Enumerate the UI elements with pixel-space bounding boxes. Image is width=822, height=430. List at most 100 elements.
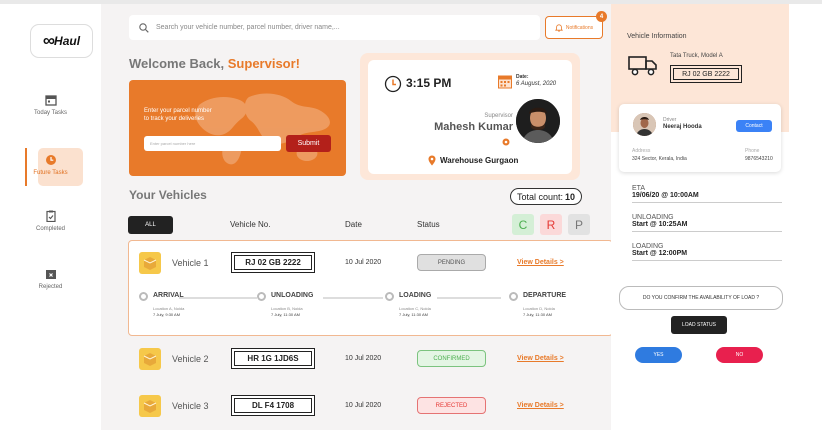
timeline-dot [509,292,518,301]
notification-count-badge: 4 [596,11,607,22]
supervisor-avatar[interactable] [516,99,560,143]
sidebar-item-completed[interactable]: Completed [0,210,101,250]
current-time: 3:15 PM [406,76,452,90]
sidebar-item-label: Rejected [38,284,63,290]
vehicle-name: Vehicle 3 [172,401,209,411]
total-count-badge: Total count: 10 [510,188,582,205]
infinity-icon: ∞ [42,31,55,50]
contact-button[interactable]: Contact [736,120,772,132]
bell-icon [554,23,563,32]
vehicle-plate: RJ 02 GB 2222 [231,252,315,273]
vehicles-heading: Your Vehicles [129,188,207,202]
status-badge: REJECTED [417,397,486,414]
filter-all-button[interactable]: ALL [128,216,173,234]
column-header-vehicle-no: Vehicle No. [230,220,271,229]
timeline-dot [139,292,148,301]
supervisor-card: 3:15 PM Date: 6 August, 2020 Supervisor … [360,53,580,180]
driver-name: Neeraj Hooda [663,124,702,130]
view-details-link[interactable]: View Details > [517,259,564,266]
view-details-link[interactable]: View Details > [517,355,564,362]
parcel-number-input[interactable]: Enter parcel number here [144,136,281,151]
timeline-dot [385,292,394,301]
truck-model: Tata Truck, Model A [670,53,723,59]
warehouse-location: Warehouse Gurgaon [440,156,519,165]
filter-confirmed-button[interactable]: C [512,214,534,235]
settings-icon[interactable] [502,138,510,146]
sidebar-item-label: Today Tasks [34,110,67,116]
vehicle-plate: RJ 02 GB 2222 [670,65,742,83]
calendar-icon [498,75,512,89]
sidebar-item-today-tasks[interactable]: Today Tasks [0,94,101,134]
main-content: Search your vehicle number, parcel numbe… [101,4,613,430]
supervisor-card-inner: 3:15 PM Date: 6 August, 2020 Supervisor … [368,60,572,174]
vehicle-date: 10 Jul 2020 [345,355,382,362]
sidebar-item-label: Completed [35,226,65,232]
track-parcel-card: Enter your parcel number to track your de… [129,80,346,176]
package-icon [139,395,161,417]
address-label: Address [632,148,651,154]
person-photo [633,113,656,136]
supervisor-role-label: Supervisor [484,113,513,119]
status-badge: CONFIRMED [417,350,486,367]
package-icon [139,348,161,370]
supervisor-name: Mahesh Kumar [434,121,513,133]
load-status-button[interactable]: LOAD STATUS [671,316,727,334]
sidebar: ∞ Haul Today Tasks Future Tasks Completed… [0,4,101,430]
phone-value: 9876543210 [745,156,773,162]
clipboard-check-icon [45,210,56,222]
panel-title: Vehicle Information [627,33,687,40]
column-header-date: Date [345,220,362,229]
eta-block: ETA 19/06/20 @ 10:00AM [632,185,782,203]
search-icon [139,22,149,33]
driver-avatar[interactable] [633,113,656,136]
vehicle-date: 10 Jul 2020 [345,259,382,266]
logo[interactable]: ∞ Haul [30,24,93,58]
filter-pending-button[interactable]: P [568,214,590,235]
track-instructions: Enter your parcel number to track your de… [144,108,212,122]
driver-card: Driver Neeraj Hooda Contact Address 324 … [619,104,781,172]
calendar-icon [44,95,57,106]
search-input[interactable]: Search your vehicle number, parcel numbe… [156,24,340,31]
vehicle-info-panel: Vehicle Information Tata Truck, Model A … [611,4,822,430]
vehicle-date: 10 Jul 2020 [345,402,382,409]
welcome-heading: Welcome Back, Supervisor! [129,56,301,71]
table-row[interactable]: Vehicle 2 HR 1G 1JD6S 10 Jul 2020 CONFIR… [128,338,613,380]
truck-icon [628,56,657,76]
location-pin-icon [428,155,436,166]
date-value: 6 August, 2020 [516,81,557,87]
loading-block: LOADING Start @ 12:00PM [632,243,782,261]
person-photo [516,99,560,143]
search-bar[interactable]: Search your vehicle number, parcel numbe… [129,15,540,40]
unloading-block: UNLOADING Start @ 10:25AM [632,214,782,232]
vehicle-plate: HR 1G 1JD6S [231,348,315,369]
world-map-graphic [195,93,330,165]
table-row[interactable]: Vehicle 3 DL F4 1708 10 Jul 2020 REJECTE… [128,385,613,427]
no-button[interactable]: NO [716,347,763,363]
sidebar-item-future-tasks[interactable]: Future Tasks [0,148,101,194]
date-label: Date: [516,74,529,80]
submit-button[interactable]: Submit [286,135,331,152]
driver-label: Driver [663,117,677,123]
view-details-link[interactable]: View Details > [517,402,564,409]
table-row[interactable]: Vehicle 1 RJ 02 GB 2222 10 Jul 2020 PEND… [128,248,613,290]
clock-icon [45,155,56,165]
clock-icon [384,75,402,93]
package-icon [139,252,161,274]
filter-rejected-button[interactable]: R [540,214,562,235]
vehicle-plate: DL F4 1708 [231,395,315,416]
confirm-load-question: DO YOU CONFIRM THE AVAILABILITY OF LOAD … [619,286,783,310]
timeline-dot [257,292,266,301]
address-value: 324 Sector, Kerala, India [632,156,687,162]
phone-label: Phone [745,148,760,154]
timeline-connector [437,297,501,299]
column-header-status: Status [417,220,440,229]
notifications-button[interactable]: Notifications 4 [545,11,607,39]
sidebar-item-label: Future Tasks [33,170,68,176]
timeline-connector [179,297,257,299]
calendar-x-icon [45,270,56,279]
vehicle-name: Vehicle 2 [172,354,209,364]
vehicle-name: Vehicle 1 [172,258,209,268]
status-badge: PENDING [417,254,486,271]
sidebar-item-rejected[interactable]: Rejected [0,268,101,308]
yes-button[interactable]: YES [635,347,682,363]
